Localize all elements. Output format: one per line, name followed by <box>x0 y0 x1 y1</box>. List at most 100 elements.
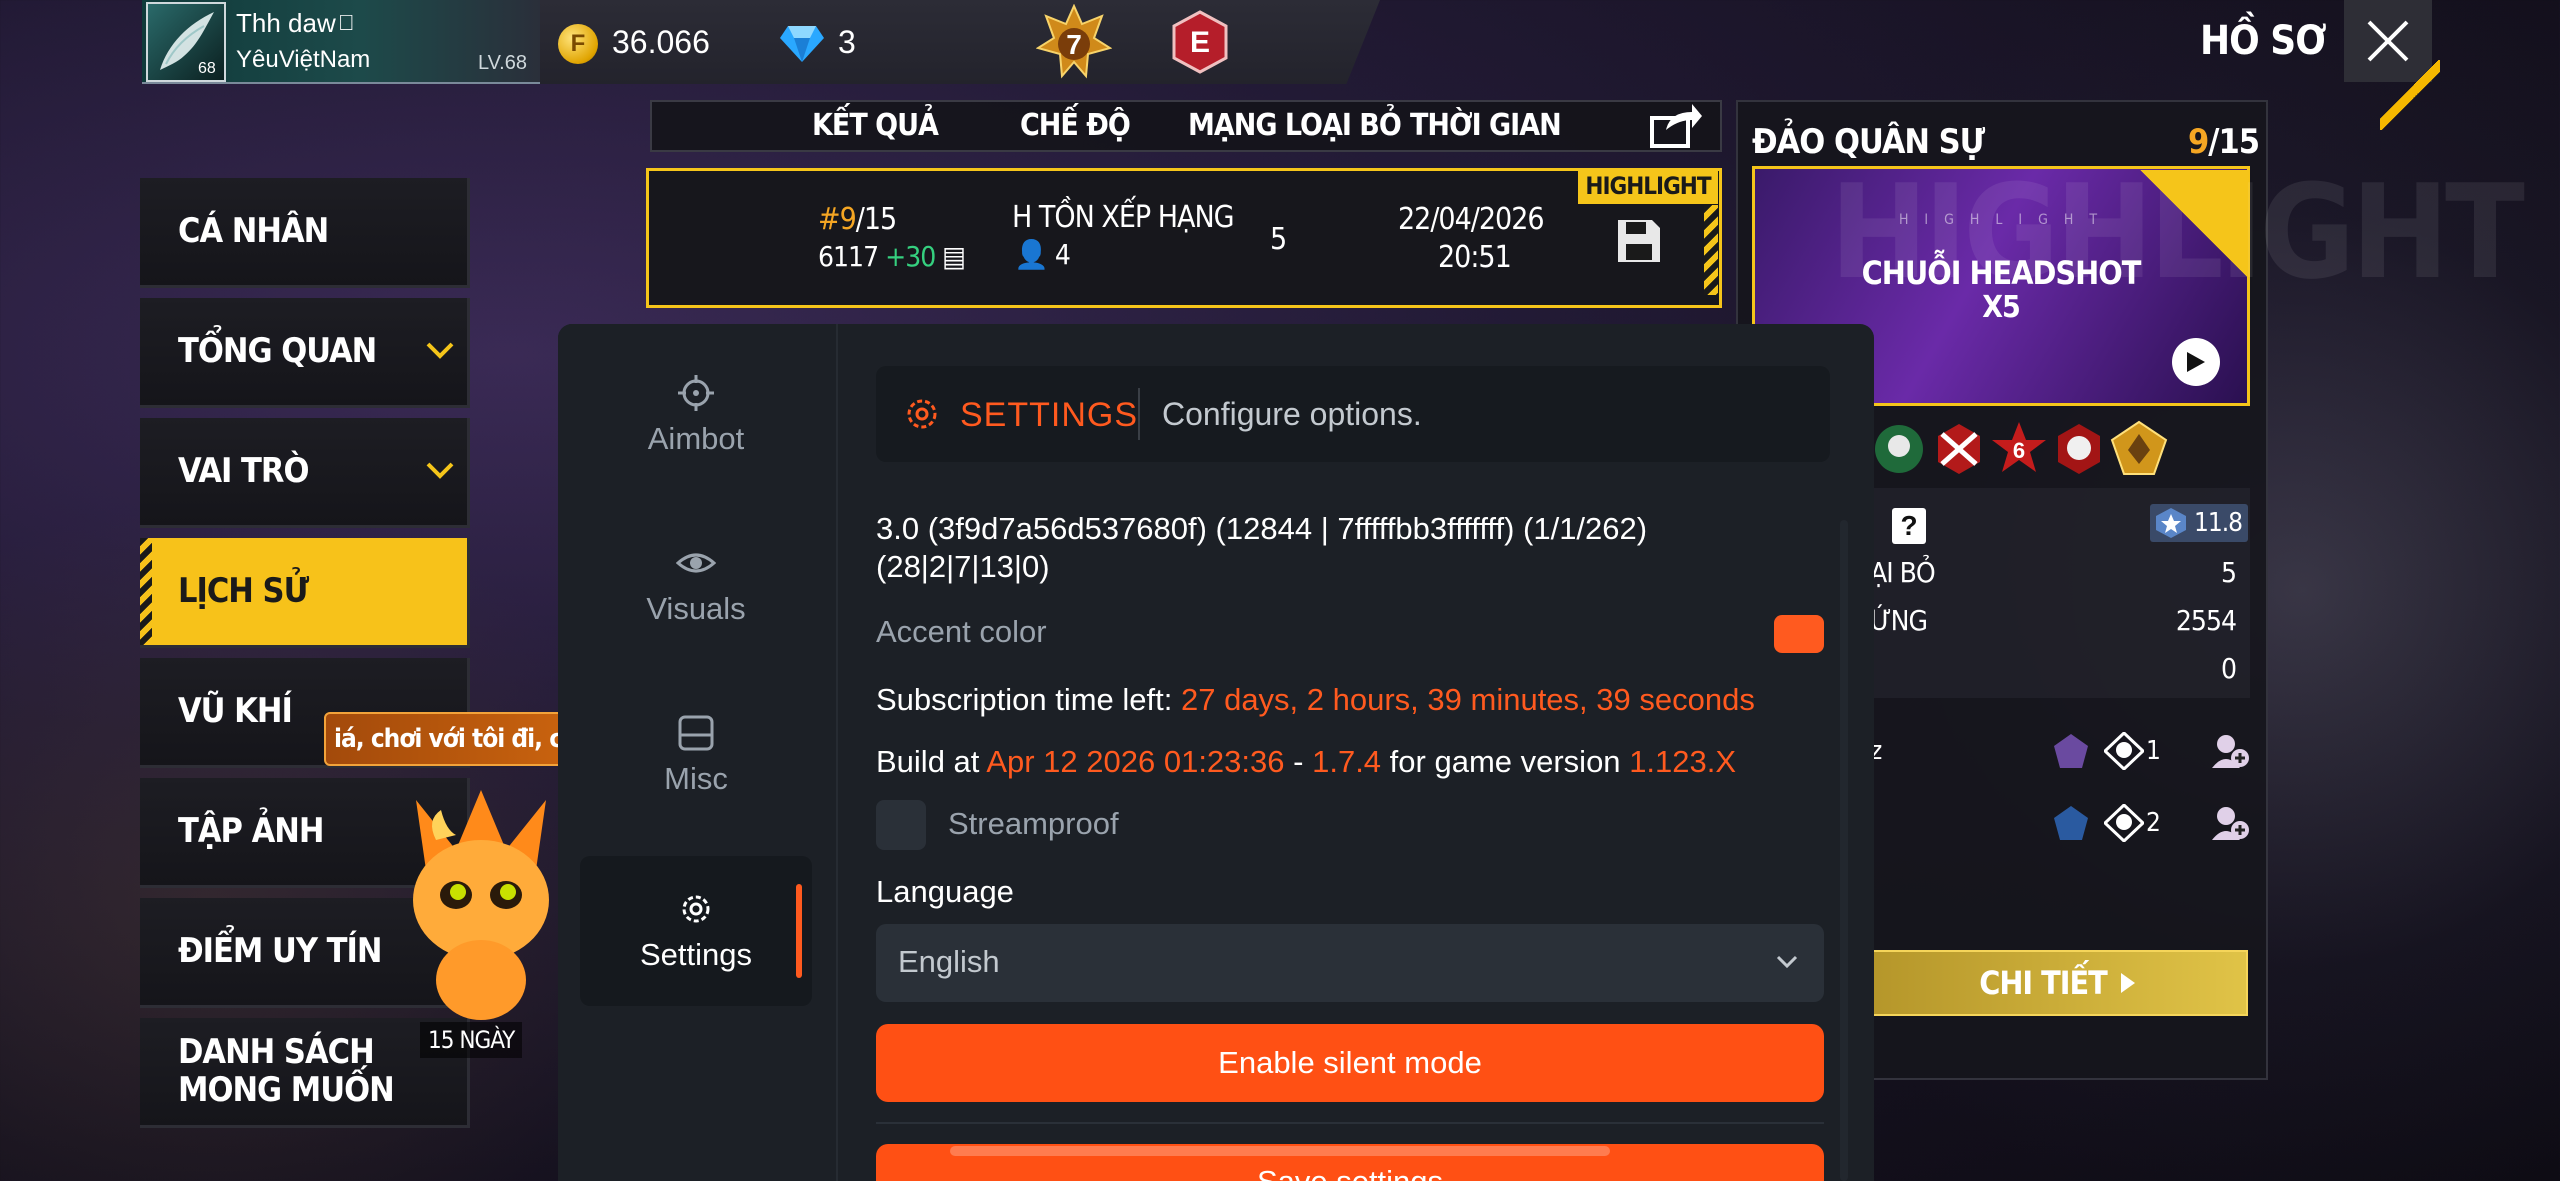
header-divider <box>1138 388 1140 440</box>
inbox-icon <box>678 715 714 751</box>
menu-item-overview[interactable]: TỔNG QUAN <box>140 298 470 408</box>
rank-diamond-icon <box>2054 734 2088 768</box>
column-kills: MẠNG LOẠI BỎ <box>1188 108 1402 143</box>
share-icon[interactable] <box>1648 100 1704 150</box>
hexagon-star-icon <box>2156 508 2186 538</box>
chevron-down-icon <box>1776 955 1798 969</box>
save-replay-icon[interactable] <box>1616 218 1662 264</box>
scrollbar[interactable] <box>1840 520 1848 1181</box>
gold-coin-icon: F <box>558 24 598 64</box>
streamproof-label: Streamproof <box>948 806 1119 841</box>
menu-item-label: ĐIỂM UY TÍN <box>178 930 382 971</box>
menu-item-history[interactable]: LỊCH SỬ <box>140 538 470 648</box>
rating-value: 11.8 <box>2194 508 2243 538</box>
mascot-speech-bubble: iá, chơi với tôi đi, c <box>324 712 564 766</box>
enable-silent-mode-button[interactable]: Enable silent mode <box>876 1024 1824 1102</box>
diamond-icon <box>780 26 824 62</box>
active-stripe <box>140 538 152 645</box>
teammate-kill-count: 1 <box>2146 736 2161 766</box>
page-title: HỒ SƠ <box>2200 18 2327 64</box>
menu-item-label: VAI TRÒ <box>178 450 309 491</box>
menu-item-roles[interactable]: VAI TRÒ <box>140 418 470 528</box>
nav-aimbot[interactable]: Aimbot <box>580 340 812 490</box>
elite-badge-letter: E <box>1190 26 1210 59</box>
player-tag: YêuViệtNam <box>236 46 371 73</box>
chevron-down-icon <box>426 342 454 359</box>
nav-label: Settings <box>639 937 752 972</box>
column-time: THỜI GIAN <box>1410 108 1562 143</box>
gold-rank-badge-icon[interactable] <box>2110 420 2168 478</box>
stat-value-kills: 5 <box>2220 556 2237 589</box>
section-title: SETTINGS <box>960 396 1139 434</box>
list-icon: ▤ <box>942 240 966 273</box>
rank-badge-number: 7 <box>1066 29 1082 60</box>
stat-label-damage: ỨNG <box>1870 604 1928 637</box>
section-description: Configure options. <box>1162 396 1422 432</box>
match-mode: H TỒN XẾP HẠNG <box>1012 200 1235 235</box>
highlight-badge: HIGHLIGHT <box>1578 168 1718 204</box>
apple-icon:  <box>338 10 355 36</box>
menu-item-label: VŨ KHÍ <box>178 690 293 731</box>
language-select[interactable] <box>876 924 1824 1002</box>
fire-cat-mascot-icon[interactable] <box>396 780 566 1020</box>
add-friend-icon[interactable] <box>2210 732 2250 770</box>
crossed-guns-badge-icon[interactable] <box>1930 420 1988 478</box>
menu-item-personal[interactable]: CÁ NHÂN <box>140 178 470 288</box>
details-label: CHI TIẾT <box>1979 964 2108 1002</box>
play-icon <box>2187 352 2205 372</box>
nav-label: Misc <box>664 761 728 796</box>
accent-color-picker[interactable] <box>1774 615 1824 653</box>
nav-settings[interactable]: Settings <box>580 856 812 1006</box>
skull-badge-icon[interactable] <box>1870 420 1928 478</box>
svg-text:6: 6 <box>2013 438 2025 463</box>
crosshair-icon <box>678 375 714 411</box>
coin-count: 36.066 <box>612 24 710 60</box>
close-icon <box>2367 20 2409 62</box>
elite-pass-badge-icon[interactable]: E <box>1172 10 1228 74</box>
match-time: 20:51 <box>1438 240 1512 275</box>
match-points: 6117 +30 ▤ <box>818 240 966 273</box>
menu-item-label: TẬP ẢNH <box>178 810 324 851</box>
match-kills: 5 <box>1270 222 1287 257</box>
match-team-size: 👤 4 <box>1014 238 1071 271</box>
skull-kill-icon <box>2104 732 2144 770</box>
eagle-badge-icon[interactable] <box>2050 420 2108 478</box>
match-row[interactable] <box>646 168 1722 308</box>
play-button[interactable] <box>2172 338 2220 386</box>
add-friend-icon[interactable] <box>2210 804 2250 842</box>
corner-accent <box>2380 60 2440 130</box>
streamproof-checkbox[interactable] <box>876 800 926 850</box>
rank-badge-icon[interactable]: 7 <box>1036 4 1112 80</box>
build-info: Build at Apr 12 2026 01:23:36 - 1.7.4 fo… <box>876 744 1737 779</box>
stat-value-damage: 2554 <box>2175 604 2237 637</box>
menu-item-label: CÁ NHÂN <box>178 210 329 251</box>
gear-icon <box>682 895 710 923</box>
subscription-info: Subscription time left: 27 days, 2 hours… <box>876 682 1755 717</box>
row-stripe <box>1704 205 1718 295</box>
rank-wings-icon <box>2054 806 2088 840</box>
nav-misc[interactable]: Misc <box>580 680 812 830</box>
highlight-subtitle: X5 <box>1982 290 2021 325</box>
nav-active-indicator <box>796 884 802 978</box>
eye-icon <box>676 553 716 573</box>
avatar-level: 68 <box>198 60 216 77</box>
column-mode: CHẾ ĐỘ <box>1020 108 1131 143</box>
language-label: Language <box>876 874 1014 909</box>
save-button-sheen <box>950 1146 1610 1156</box>
nav-label: Aimbot <box>647 421 745 456</box>
rating-chip: 11.8 <box>2150 504 2248 542</box>
player-level: LV.68 <box>478 52 527 74</box>
diamond-count: 3 <box>838 24 856 60</box>
section-divider <box>876 1122 1824 1124</box>
highlight-small-text: H I G H L I G H T <box>1898 212 2104 228</box>
nav-visuals[interactable]: Visuals <box>580 510 812 660</box>
highlight-title: CHUỖI HEADSHOT <box>1861 254 2142 292</box>
skull-kill-icon <box>2104 804 2144 842</box>
version-info: 3.0 (3f9d7a56d537680f) (12844 | 7fffffbb… <box>876 511 1648 584</box>
six-kill-badge-icon[interactable]: 6 <box>1990 420 2048 478</box>
menu-item-label: TỔNG QUAN <box>178 330 377 371</box>
match-table-header <box>650 100 1722 152</box>
play-arrow-icon <box>2120 973 2135 993</box>
teammate-kill-count: 2 <box>2146 808 2161 838</box>
details-button[interactable]: CHI TIẾT <box>1868 950 2248 1016</box>
